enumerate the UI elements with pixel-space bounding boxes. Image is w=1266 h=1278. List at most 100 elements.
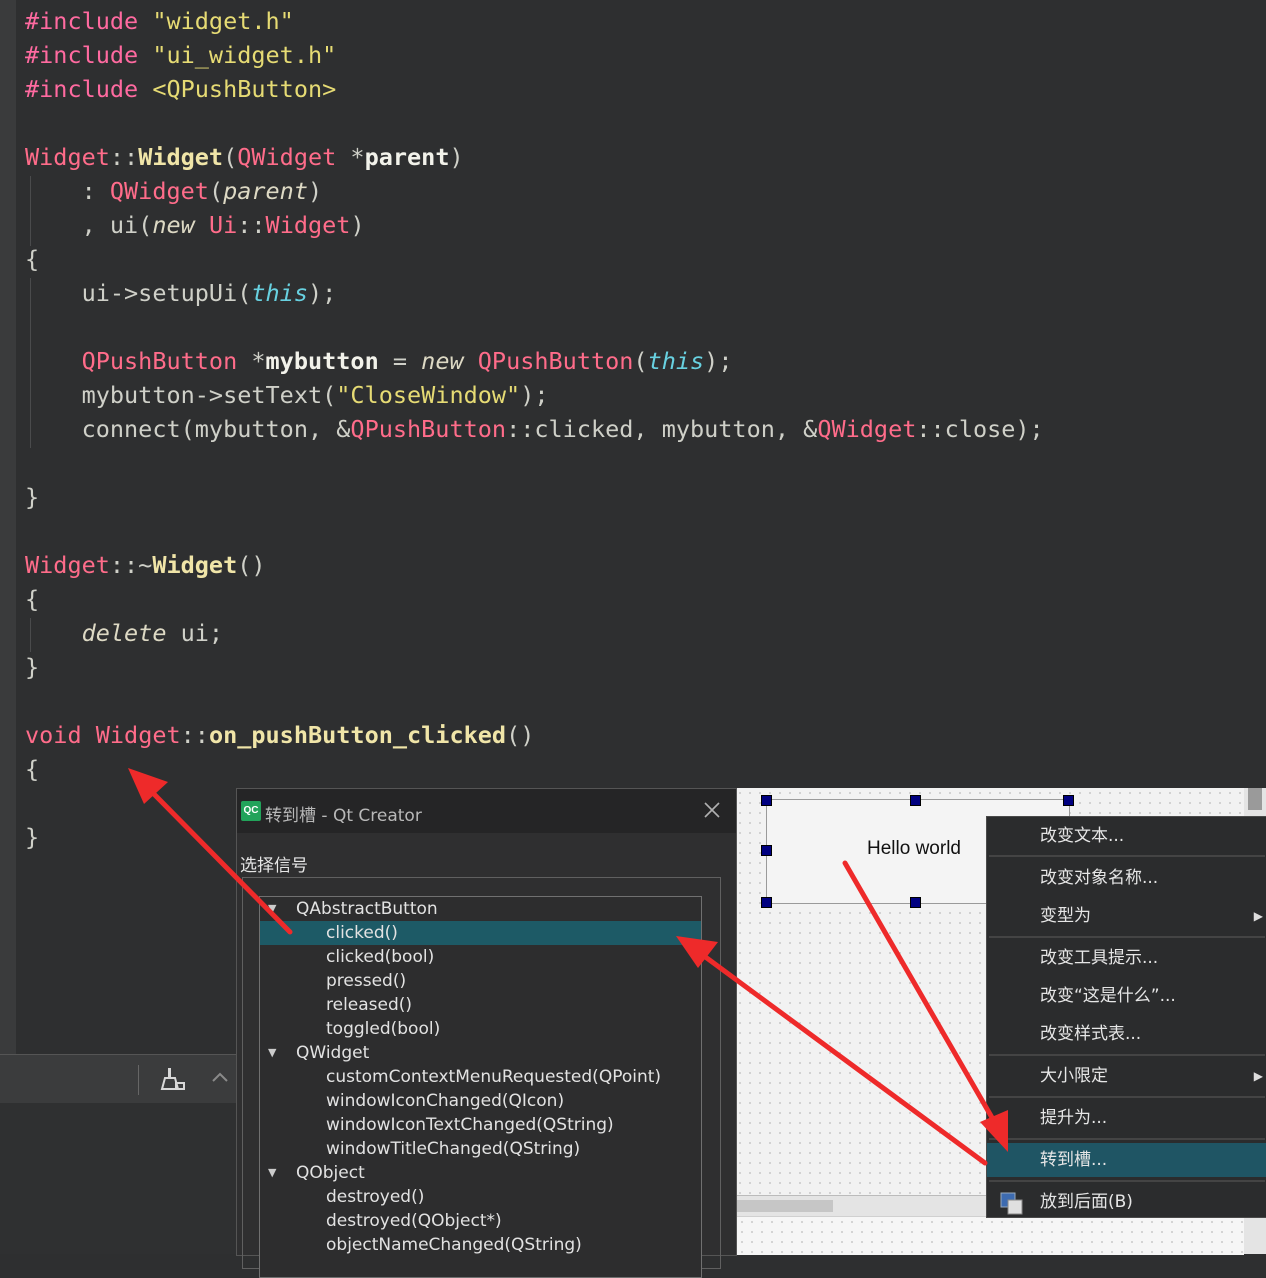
code-token: ); xyxy=(520,381,549,409)
resize-handle[interactable] xyxy=(910,897,921,908)
code-line[interactable] xyxy=(25,514,1044,548)
code-line[interactable]: #include <QPushButton> xyxy=(25,72,1044,106)
code-token: { xyxy=(25,245,40,273)
chevron-down-icon[interactable]: ▼ xyxy=(268,1041,276,1065)
clear-broom-icon[interactable] xyxy=(158,1065,186,1093)
code-line[interactable] xyxy=(25,310,1044,344)
code-token: ( xyxy=(223,143,238,171)
signal-tree-label: QWidget xyxy=(296,1043,370,1063)
menu-item-change-text[interactable]: 改变文本... xyxy=(987,819,1266,853)
code-line[interactable]: : QWidget(parent) xyxy=(25,174,1044,208)
signal-tree-item[interactable]: clicked(bool) xyxy=(260,945,701,969)
signal-tree-label: destroyed() xyxy=(326,1187,425,1207)
code-token: : xyxy=(25,177,110,205)
menu-item-change-tooltip[interactable]: 改变工具提示... xyxy=(987,941,1266,975)
menu-item-change-stylesheet[interactable]: 改变样式表... xyxy=(987,1017,1266,1051)
signal-tree-item[interactable]: toggled(bool) xyxy=(260,1017,701,1041)
menu-item-morph-into[interactable]: 变型为 ▶ xyxy=(987,899,1266,933)
signal-tree-class[interactable]: ▼ QAbstractButton xyxy=(260,897,701,921)
code-token: ) xyxy=(307,177,323,205)
close-icon[interactable] xyxy=(701,799,723,821)
code-token: QWidget xyxy=(237,143,337,171)
code-line[interactable]: ui->setupUi(this); xyxy=(25,276,1044,310)
code-line[interactable]: { xyxy=(25,242,1044,276)
dialog-titlebar[interactable]: QC 转到槽 - Qt Creator xyxy=(237,789,736,833)
code-token: Widget xyxy=(25,551,110,579)
designer-horizontal-scrollbar[interactable] xyxy=(737,1195,987,1216)
code-line[interactable]: Widget::Widget(QWidget *parent) xyxy=(25,140,1044,174)
signal-tree-label: pressed() xyxy=(326,971,407,991)
resize-handle[interactable] xyxy=(1063,795,1074,806)
code-line[interactable]: Widget::~Widget() xyxy=(25,548,1044,582)
signal-tree-item[interactable]: customContextMenuRequested(QPoint) xyxy=(260,1065,701,1089)
code-token: ::clicked, mybutton, & xyxy=(506,415,818,443)
code-line[interactable]: } xyxy=(25,650,1044,684)
code-token: } xyxy=(25,823,40,851)
code-line[interactable]: #include "widget.h" xyxy=(25,4,1044,38)
chevron-down-icon[interactable]: ▼ xyxy=(268,1161,276,1185)
signal-tree-item[interactable]: windowIconTextChanged(QString) xyxy=(260,1113,701,1137)
code-token: () xyxy=(506,721,535,749)
signal-tree-label: clicked(bool) xyxy=(326,947,435,967)
code-line[interactable]: connect(mybutton, &QPushButton::clicked,… xyxy=(25,412,1044,446)
signal-tree-label: objectNameChanged(QString) xyxy=(326,1235,582,1255)
signal-tree-label: customContextMenuRequested(QPoint) xyxy=(326,1067,662,1087)
source-code[interactable]: #include "widget.h" #include "ui_widget.h… xyxy=(25,4,1044,854)
menu-item-change-object-name[interactable]: 改变对象名称... xyxy=(987,861,1266,895)
signal-tree-item[interactable]: pressed() xyxy=(260,969,701,993)
signal-tree-item[interactable]: clicked() xyxy=(260,921,701,945)
code-token: () xyxy=(237,551,266,579)
signal-tree-item[interactable]: destroyed(QObject*) xyxy=(260,1209,701,1233)
code-line[interactable] xyxy=(25,684,1044,718)
output-pane xyxy=(0,1103,240,1254)
code-line[interactable]: QPushButton *mybutton = new QPushButton(… xyxy=(25,344,1044,378)
code-token: { xyxy=(25,755,40,783)
code-token: ui->setupUi( xyxy=(25,279,252,307)
code-line[interactable]: { xyxy=(25,582,1044,616)
code-line[interactable]: } xyxy=(25,480,1044,514)
code-token: this xyxy=(251,279,308,307)
signal-tree-item[interactable]: windowTitleChanged(QString) xyxy=(260,1137,701,1161)
code-token: "ui_widget.h" xyxy=(152,41,337,69)
signal-tree-item[interactable]: released() xyxy=(260,993,701,1017)
signal-tree-item[interactable]: windowIconChanged(QIcon) xyxy=(260,1089,701,1113)
resize-handle[interactable] xyxy=(761,897,772,908)
resize-handle[interactable] xyxy=(761,845,772,856)
code-token: Ui xyxy=(208,211,238,239)
menu-item-go-to-slot[interactable]: 转到槽... xyxy=(987,1143,1266,1177)
resize-handle[interactable] xyxy=(910,795,921,806)
menu-item-change-whats-this[interactable]: 改变“这是什么”... xyxy=(987,979,1266,1013)
resize-handle[interactable] xyxy=(761,795,772,806)
code-line[interactable] xyxy=(25,106,1044,140)
chevron-up-icon[interactable] xyxy=(208,1065,232,1089)
submenu-arrow-icon: ▶ xyxy=(1253,1069,1263,1083)
menu-item-send-to-back[interactable]: 放到后面(B) xyxy=(987,1185,1266,1217)
signal-tree-item[interactable]: destroyed() xyxy=(260,1185,701,1209)
code-token: } xyxy=(25,483,40,511)
code-line[interactable]: delete ui; xyxy=(25,616,1044,650)
signal-tree[interactable]: ▼ QAbstractButton clicked() clicked(bool) pr… xyxy=(259,896,702,1278)
signal-tree-label: windowIconTextChanged(QString) xyxy=(326,1115,614,1135)
code-line[interactable]: #include "ui_widget.h" xyxy=(25,38,1044,72)
signal-tree-item[interactable]: objectNameChanged(QString) xyxy=(260,1233,701,1257)
signal-tree-class[interactable]: ▼ QObject xyxy=(260,1161,701,1185)
code-token: #include xyxy=(25,7,153,35)
code-line[interactable] xyxy=(25,446,1044,480)
code-line[interactable]: mybutton->setText("CloseWindow"); xyxy=(25,378,1044,412)
dialog-title: 转到槽 - Qt Creator xyxy=(265,806,422,826)
designer-canvas-lower xyxy=(737,1216,1244,1255)
menu-item-size-constraints[interactable]: 大小限定 ▶ xyxy=(987,1059,1266,1093)
signal-tree-class[interactable]: ▼ QWidget xyxy=(260,1041,701,1065)
code-token: * xyxy=(237,347,266,375)
menu-item-promote-to[interactable]: 提升为... xyxy=(987,1101,1266,1135)
go-to-slot-dialog: QC 转到槽 - Qt Creator 选择信号 ▼ QAbstractButto… xyxy=(236,788,737,1278)
code-line[interactable]: , ui(new Ui::Widget) xyxy=(25,208,1044,242)
code-token: void xyxy=(25,721,82,749)
code-token: on_pushButton_clicked xyxy=(208,721,507,749)
code-line[interactable]: { xyxy=(25,752,1044,786)
code-line[interactable]: void Widget::on_pushButton_clicked() xyxy=(25,718,1044,752)
code-token: ); xyxy=(307,279,337,307)
chevron-down-icon[interactable]: ▼ xyxy=(268,897,276,921)
